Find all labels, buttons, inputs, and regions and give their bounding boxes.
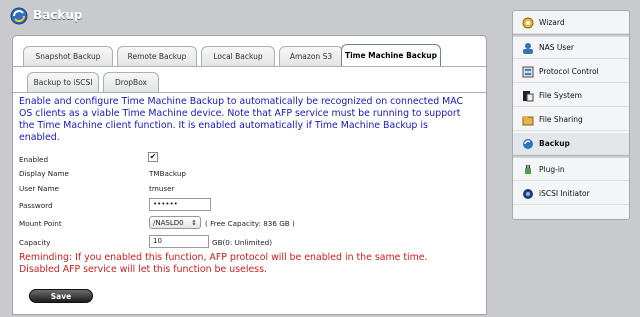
sidebar-item-label: Wizard — [539, 18, 565, 27]
tab-snapshot-backup[interactable]: Snapshot Backup — [23, 46, 113, 66]
enabled-checkbox[interactable]: ✔ — [148, 152, 158, 162]
tab-amazon-s3[interactable]: Amazon S3 — [279, 46, 343, 66]
filesharing-icon — [521, 113, 535, 127]
sidebar-item-backup[interactable]: Backup — [513, 133, 629, 155]
sidebar-item-label: Backup — [539, 139, 570, 148]
sidebar-item-protocol-control[interactable]: Protocol Control — [513, 61, 629, 83]
filesystem-icon — [521, 89, 535, 103]
sidebar-item-label: Protocol Control — [539, 67, 599, 76]
sidebar-item-label: Plug-in — [539, 165, 565, 174]
mount-point-select[interactable]: /NASLD0 ⇕ — [149, 216, 201, 229]
chevron-updown-icon: ⇕ — [191, 219, 197, 227]
tab-backup-to-iscsi[interactable]: Backup to iSCSI — [27, 72, 99, 92]
backup-icon — [10, 7, 28, 25]
mount-point-value: /NASLD0 — [153, 219, 184, 227]
row-enabled: Enabled ✔ — [19, 152, 459, 166]
password-field[interactable]: •••••• — [149, 198, 211, 211]
description-text: Enable and configure Time Machine Backup… — [19, 96, 464, 143]
display-name-value: TMBackup — [149, 169, 186, 178]
row-capacity: Capacity 10 GB(0: Unlimited) — [19, 235, 459, 249]
sidebar-item-file-system[interactable]: File System — [513, 85, 629, 107]
page-header: Backup — [0, 0, 500, 34]
save-button[interactable]: Save — [29, 289, 93, 303]
user-icon — [521, 41, 535, 55]
backup-icon — [521, 137, 535, 151]
tab-divider — [13, 66, 486, 67]
display-name-label: Display Name — [19, 169, 69, 178]
main-panel: Snapshot Backup Remote Backup Local Back… — [12, 35, 487, 315]
reminder-text: Reminding: If you enabled this function,… — [19, 252, 428, 275]
tab-local-backup[interactable]: Local Backup — [201, 46, 275, 66]
password-label: Password — [19, 201, 53, 210]
free-capacity-text: ( Free Capacity: 836 GB ) — [205, 219, 295, 228]
plugin-icon — [521, 163, 535, 177]
sidebar-divider — [513, 155, 629, 158]
sidebar-item-label: File System — [539, 91, 582, 100]
sidebar-item-label: iSCSI Initiator — [539, 189, 590, 198]
page-title: Backup — [33, 8, 83, 22]
protocol-icon — [521, 65, 535, 79]
tab-remote-backup[interactable]: Remote Backup — [117, 46, 197, 66]
tab-divider-2 — [13, 92, 486, 93]
row-display-name: Display Name TMBackup — [19, 166, 459, 180]
row-password: Password •••••• — [19, 198, 459, 212]
sidebar-item-file-sharing[interactable]: File Sharing — [513, 109, 629, 131]
enabled-label: Enabled — [19, 155, 49, 164]
sidebar-item-nas-user[interactable]: NAS User — [513, 37, 629, 59]
tab-time-machine-backup[interactable]: Time Machine Backup — [341, 44, 441, 66]
sidebar: Wizard NAS User Protocol Control File Sy… — [512, 10, 630, 220]
capacity-unit: GB(0: Unlimited) — [212, 238, 272, 247]
user-name-label: User Name — [19, 184, 59, 193]
wizard-icon — [521, 16, 535, 30]
sidebar-item-iscsi-initiator[interactable]: iSCSI Initiator — [513, 183, 629, 205]
sidebar-item-label: NAS User — [539, 43, 574, 52]
user-name-value: tmuser — [149, 184, 175, 193]
capacity-field[interactable]: 10 — [149, 235, 209, 248]
mount-point-label: Mount Point — [19, 219, 62, 228]
sidebar-item-label: File Sharing — [539, 115, 583, 124]
sidebar-item-plug-in[interactable]: Plug-in — [513, 159, 629, 181]
row-user-name: User Name tmuser — [19, 181, 459, 195]
tab-dropbox[interactable]: DropBox — [103, 72, 159, 92]
iscsi-icon — [521, 187, 535, 201]
row-mount-point: Mount Point /NASLD0 ⇕ ( Free Capacity: 8… — [19, 216, 459, 230]
capacity-label: Capacity — [19, 238, 51, 247]
sidebar-item-wizard[interactable]: Wizard — [513, 12, 629, 34]
